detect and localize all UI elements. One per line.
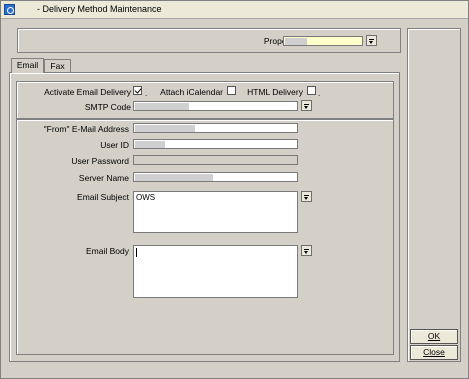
delivery-method-window: - Delivery Method Maintenance Property E…: [0, 0, 469, 379]
user-id-value-redacted: [135, 141, 165, 148]
email-subject-value: OWS: [136, 193, 156, 202]
server-name-label: Server Name: [78, 173, 129, 183]
from-email-value-redacted: [135, 125, 195, 132]
user-password-label: User Password: [71, 156, 129, 166]
email-tab-panel: Activate Email Delivery . Attach iCalend…: [9, 72, 400, 362]
from-email-field[interactable]: [133, 123, 298, 133]
activate-email-label: Activate Email Delivery: [44, 87, 131, 97]
email-subject-area[interactable]: OWS: [133, 191, 298, 233]
smtp-code-field[interactable]: [133, 101, 298, 111]
user-password-field[interactable]: [133, 155, 298, 165]
app-icon: [4, 4, 15, 15]
user-id-label: User ID: [100, 140, 129, 150]
title-bar: - Delivery Method Maintenance: [1, 1, 468, 19]
close-button[interactable]: Close: [410, 345, 458, 360]
from-email-label: "From" E-Mail Address: [43, 124, 129, 134]
smtp-code-label: SMTP Code: [84, 102, 131, 112]
property-value-redacted: [285, 38, 307, 45]
email-subject-label: Email Subject: [77, 192, 129, 202]
activate-email-dot: .: [145, 89, 148, 98]
email-settings-group: "From" E-Mail Address User ID User Passw…: [16, 119, 394, 355]
tab-fax[interactable]: Fax: [44, 59, 71, 73]
tab-email[interactable]: Email: [11, 58, 44, 73]
user-id-field[interactable]: [133, 139, 298, 149]
html-delivery-label: HTML Delivery: [247, 87, 303, 97]
window-title: - Delivery Method Maintenance: [37, 4, 162, 14]
button-panel: OK Close: [407, 28, 461, 362]
property-field[interactable]: [283, 36, 363, 46]
close-button-label: Close: [423, 347, 445, 357]
property-panel: Property: [17, 28, 401, 53]
server-name-field[interactable]: [133, 172, 298, 182]
activate-email-checkbox[interactable]: [133, 86, 142, 95]
server-name-value-redacted: [135, 174, 213, 181]
smtp-code-dropdown-icon[interactable]: [301, 100, 312, 111]
email-body-dropdown-icon[interactable]: [301, 245, 312, 256]
html-delivery-checkbox[interactable]: [307, 86, 316, 95]
email-options-group: Activate Email Delivery . Attach iCalend…: [16, 81, 394, 119]
ok-button[interactable]: OK: [410, 329, 458, 344]
email-subject-dropdown-icon[interactable]: [301, 191, 312, 202]
html-delivery-dot: .: [318, 89, 321, 98]
email-body-area[interactable]: [133, 245, 298, 298]
property-dropdown-icon[interactable]: [366, 35, 377, 46]
attach-icalendar-label: Attach iCalendar: [160, 87, 223, 97]
ok-button-label: OK: [427, 331, 441, 341]
text-cursor: [136, 248, 137, 257]
attach-icalendar-checkbox[interactable]: [227, 86, 236, 95]
email-body-label: Email Body: [86, 246, 129, 256]
smtp-code-value-redacted: [135, 103, 189, 110]
